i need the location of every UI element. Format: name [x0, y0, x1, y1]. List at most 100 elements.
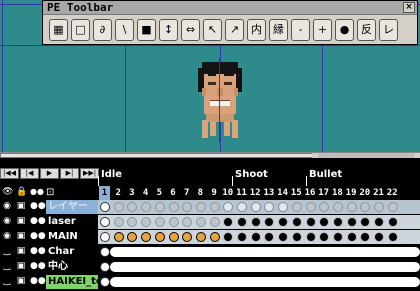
frame-number[interactable]: 19: [346, 186, 357, 200]
pe-toolbar-window[interactable]: PE Toolbar × ▦ □ ∂ \ ■ ↕ ⇔ ↖ ↗ 内縁 - + ● 反レ: [42, 0, 418, 45]
arrow-upleft-icon[interactable]: ↖: [203, 19, 222, 41]
keyframe-cell[interactable]: [250, 202, 261, 212]
keyframe-cell[interactable]: [250, 217, 261, 227]
keyframe-cell[interactable]: [332, 202, 343, 212]
frame-span-bar[interactable]: [110, 277, 420, 287]
plus-icon[interactable]: +: [313, 19, 332, 41]
lock-icon[interactable]: ▣: [16, 216, 26, 227]
hidden-eye-icon[interactable]: ‿: [2, 246, 12, 257]
frame-number[interactable]: 8: [195, 186, 206, 200]
dot-icon[interactable]: ●: [335, 19, 354, 41]
close-icon[interactable]: ×: [403, 2, 415, 13]
frame-number[interactable]: 13: [263, 186, 274, 200]
layer-name[interactable]: 中心: [46, 260, 98, 274]
frame-number[interactable]: 4: [140, 186, 151, 200]
frame-label-bullet[interactable]: Bullet: [307, 168, 345, 182]
minus-icon[interactable]: -: [291, 19, 310, 41]
keyframe-cell[interactable]: [291, 202, 302, 212]
layer-dots-icon[interactable]: ●●: [30, 276, 46, 287]
character-sprite[interactable]: [188, 58, 252, 142]
frame-number[interactable]: 10: [222, 186, 233, 200]
keyframe-cell[interactable]: [387, 217, 398, 227]
layer-name[interactable]: レイヤー: [46, 200, 98, 214]
layer-row[interactable]: ◉ ▣ ●● レイヤー: [0, 200, 420, 214]
keyframe-cell[interactable]: [100, 262, 110, 272]
frame-number[interactable]: 5: [154, 186, 165, 200]
rect-select-icon[interactable]: □: [71, 19, 90, 41]
keyframe-cell[interactable]: [168, 217, 179, 227]
frame-number[interactable]: 3: [126, 186, 137, 200]
pen-icon[interactable]: \: [115, 19, 134, 41]
lasso-icon[interactable]: ∂: [93, 19, 112, 41]
horizontal-scrollbar[interactable]: [0, 152, 420, 158]
keyframe-cell[interactable]: [374, 232, 384, 242]
frame-number[interactable]: 21: [373, 186, 384, 200]
lock-icon[interactable]: ▣: [16, 276, 26, 287]
keyframe-cell[interactable]: [332, 217, 343, 227]
keyframe-cell[interactable]: [195, 217, 206, 227]
keyframe-cell[interactable]: [195, 232, 206, 242]
edge-icon[interactable]: 縁: [269, 19, 288, 41]
keyframe-cell[interactable]: [387, 202, 398, 212]
frame-label-idle[interactable]: Idle: [99, 168, 125, 182]
lock-icon[interactable]: ▣: [16, 261, 26, 272]
frame-number[interactable]: 18: [332, 186, 343, 200]
keyframe-cell[interactable]: [346, 217, 357, 227]
keyframe-cell[interactable]: [250, 232, 261, 242]
layer-name[interactable]: HAIKEI_te: [46, 275, 98, 289]
last-frame-icon[interactable]: ▶▶|: [80, 168, 99, 179]
keyframe-cell[interactable]: [100, 277, 110, 287]
frame-number[interactable]: 6: [168, 186, 179, 200]
layer-row[interactable]: ◉ ▣ ●● laser: [0, 215, 420, 229]
frame-number[interactable]: 22: [387, 186, 398, 200]
arrow-upright-icon[interactable]: ↗: [225, 19, 244, 41]
check-icon[interactable]: レ: [379, 19, 398, 41]
keyframe-cell[interactable]: [209, 217, 220, 227]
toolbar-title-bar[interactable]: PE Toolbar ×: [43, 1, 417, 15]
play-icon[interactable]: ▶: [40, 168, 59, 179]
keyframe-cell[interactable]: [209, 202, 220, 212]
keyframe-cell[interactable]: [237, 202, 247, 212]
keyframe-cell[interactable]: [100, 202, 110, 212]
keyframe-cell[interactable]: [100, 232, 110, 242]
keyframe-cell[interactable]: [291, 217, 302, 227]
layer-dots-icon[interactable]: ●●: [30, 216, 46, 227]
scrollbar-thumb[interactable]: [0, 153, 313, 158]
layer-row[interactable]: ‿ ▣ ●● Char: [0, 245, 420, 259]
keyframe-cell[interactable]: [305, 202, 316, 212]
lock-icon[interactable]: 🔒: [16, 187, 27, 197]
invert-icon[interactable]: 反: [357, 19, 376, 41]
stage-canvas[interactable]: PE Toolbar × ▦ □ ∂ \ ■ ↕ ⇔ ↖ ↗ 内縁 - + ● 反レ: [0, 0, 420, 152]
keyframe-cell[interactable]: [332, 232, 343, 242]
frame-span-bar[interactable]: [110, 262, 420, 272]
layer-dots-icon[interactable]: ●●: [30, 261, 46, 272]
keyframe-cell[interactable]: [100, 217, 110, 227]
onion-skin-icon[interactable]: ⊡: [46, 187, 54, 198]
lock-icon[interactable]: ▣: [16, 246, 26, 257]
fill-icon[interactable]: ■: [137, 19, 156, 41]
keyframe-cell[interactable]: [291, 232, 302, 242]
frame-span-bar[interactable]: [110, 247, 420, 257]
keyframe-cell[interactable]: [237, 217, 247, 227]
keyframe-cell[interactable]: [209, 232, 220, 242]
keyframe-cell[interactable]: [168, 202, 179, 212]
keyframe-cell[interactable]: [154, 202, 165, 212]
layer-row[interactable]: ◉ ▣ ●● MAIN: [0, 230, 420, 244]
frame-number[interactable]: 11: [236, 186, 247, 200]
scroll-left-icon[interactable]: [312, 153, 318, 158]
keyframe-cell[interactable]: [305, 232, 316, 242]
hidden-eye-icon[interactable]: ‿: [2, 261, 12, 272]
layer-name[interactable]: MAIN: [46, 230, 98, 244]
layer-row[interactable]: ‿ ▣ ●● 中心: [0, 260, 420, 274]
hidden-eye-icon[interactable]: ‿: [2, 276, 12, 287]
eye-icon[interactable]: ◉: [2, 201, 12, 212]
eye-icon[interactable]: ◉: [2, 216, 12, 227]
keyframe-cell[interactable]: [168, 232, 179, 242]
keyframe-cell[interactable]: [113, 217, 124, 227]
keyframe-cell[interactable]: [305, 217, 316, 227]
keyframe-cell[interactable]: [113, 232, 124, 242]
layer-name[interactable]: laser: [46, 215, 98, 229]
layer-dots-icon[interactable]: ●●: [30, 231, 46, 242]
keyframe-cell[interactable]: [195, 202, 206, 212]
flip-horizontal-icon[interactable]: ⇔: [181, 19, 200, 41]
